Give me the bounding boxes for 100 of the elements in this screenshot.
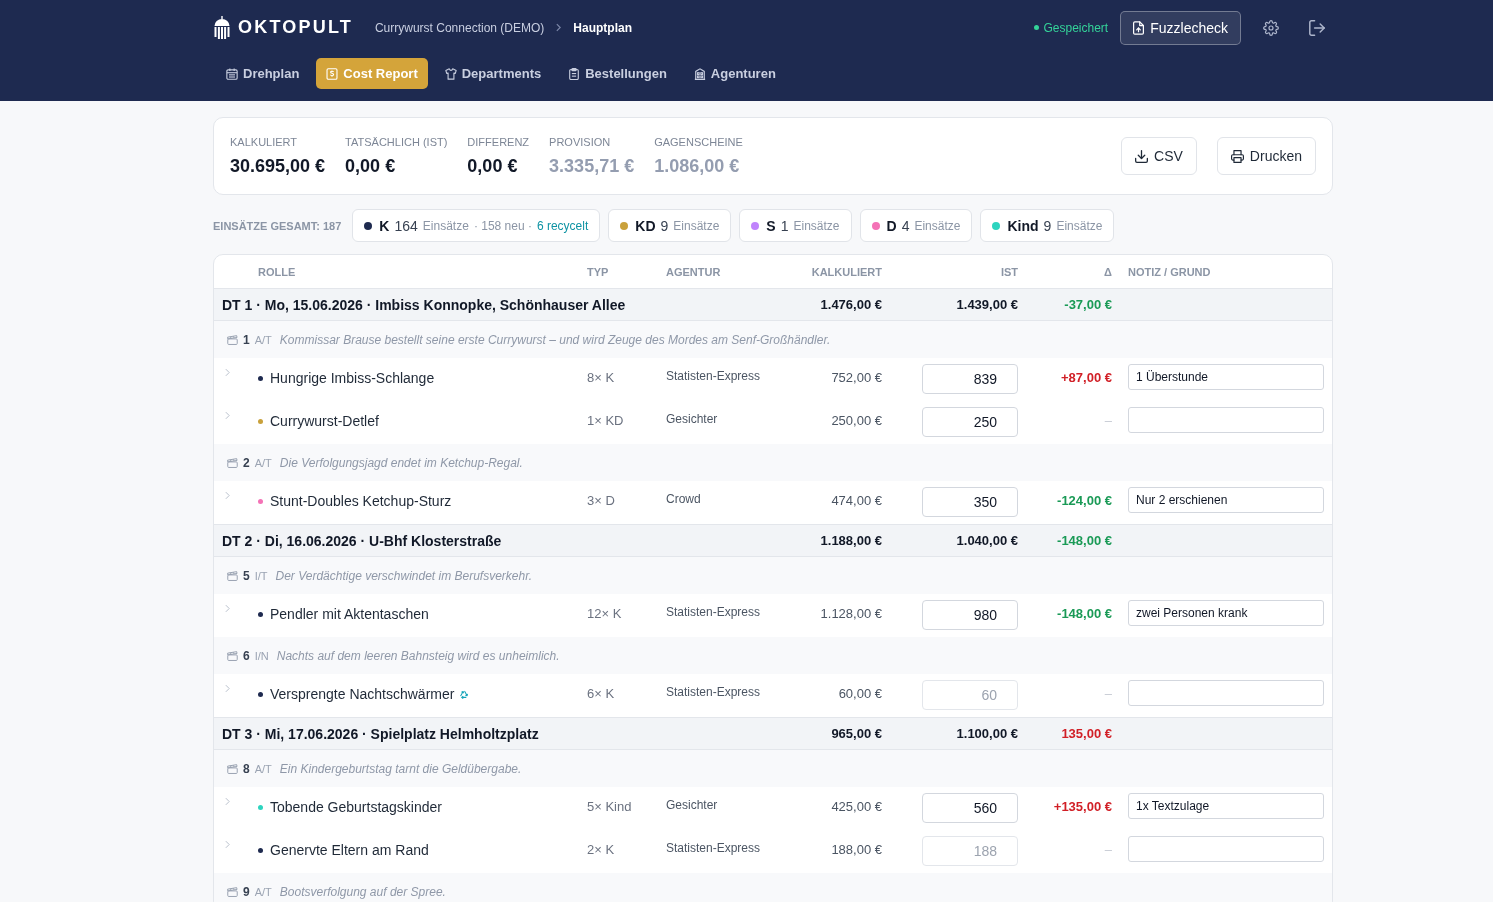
actual-input[interactable]: 350 (922, 487, 1018, 517)
note-input[interactable]: 1x Textzulage (1128, 793, 1324, 819)
category-unit: Einsätze (1056, 218, 1103, 233)
nav-tab[interactable]: Agenturen (683, 58, 786, 89)
recycled-count: 6 recycelt (536, 218, 589, 233)
agency-name: Statisten-Express (666, 684, 762, 701)
scene-number: 2 (243, 455, 250, 470)
scene-number: 8 (243, 761, 250, 776)
agency-name: Crowd (666, 491, 702, 508)
nav-tab[interactable]: Drehplan (216, 58, 310, 89)
scene-time: A/T (254, 762, 272, 775)
chevron-icon (556, 23, 562, 32)
agency-name: Gesichter (666, 411, 719, 428)
note-input[interactable] (1128, 680, 1324, 706)
calculated-amount: 60,00 € (837, 685, 882, 703)
column-header: ROLLE (258, 265, 297, 278)
category-code: S (766, 217, 776, 234)
delta-amount: -148,00 € (1056, 605, 1112, 623)
category-dot-icon (258, 691, 263, 697)
role-quantity: 5× Kind (587, 798, 633, 816)
scene-number: 1 (243, 332, 250, 347)
printer-icon (1230, 149, 1244, 163)
category-count: 164 (394, 217, 418, 234)
calculated-amount: 1.128,00 € (819, 605, 882, 623)
scene-description: Ein Kindergeburtstag tarnt die Geldübergabe. (279, 761, 522, 776)
scene-description: Der Verdächtige verschwindet im Berufsverkehr. (275, 568, 533, 583)
actual-input[interactable]: 839 (922, 364, 1018, 394)
category-code: KD (635, 217, 656, 234)
scene-time: A/T (254, 885, 272, 898)
category-dot-icon (258, 611, 263, 617)
new-count: · 158 neu · (473, 218, 532, 233)
actual-input[interactable]: 60 (922, 680, 1018, 710)
category-dot-icon (871, 221, 880, 230)
role-quantity: 3× D (587, 492, 616, 510)
download-icon (1135, 149, 1149, 163)
clapperboard-icon (227, 763, 238, 774)
delta-amount: -124,00 € (1056, 492, 1112, 510)
nav-tab[interactable]: Departments (434, 58, 552, 89)
chevron-icon[interactable] (225, 491, 230, 500)
stat-label: PROVISION (549, 135, 612, 148)
stat-value: 3.335,71 € (549, 155, 635, 177)
role-quantity: 1× KD (587, 412, 625, 430)
dollar-document-icon (326, 67, 339, 80)
delta-amount: +87,00 € (1060, 369, 1112, 387)
delta-amount: – (1103, 685, 1112, 703)
note-input[interactable]: 1 Überstunde (1128, 364, 1324, 390)
category-unit: Einsätze (914, 218, 961, 233)
stat-value: 30.695,00 € (230, 155, 326, 177)
category-count: 1 (780, 217, 789, 234)
day-title: DT 3 · Mi, 17.06.2026 · Spielplatz Helmholtzplatz (221, 725, 540, 742)
agency-name: Gesichter (666, 797, 719, 814)
note-input[interactable] (1128, 836, 1324, 862)
logo-text: OKTOPULT (238, 17, 353, 38)
chevron-icon[interactable] (225, 411, 230, 420)
role-name: Pendler mit Aktentaschen (270, 606, 429, 622)
category-dot-icon (751, 221, 760, 230)
chevron-icon[interactable] (225, 368, 230, 377)
category-dot-icon (258, 847, 263, 853)
actual-input[interactable]: 250 (922, 407, 1018, 437)
print-button[interactable]: Drucken (1216, 137, 1316, 175)
note-input[interactable]: Nur 2 erschienen (1128, 487, 1324, 513)
column-header: AGENTUR (666, 265, 722, 278)
breadcrumb-link[interactable]: Hauptplan (573, 20, 632, 35)
category-dot-icon (258, 375, 263, 381)
scene-number: 9 (243, 884, 250, 899)
fuzzlecheck-button[interactable]: Fuzzlecheck (1120, 10, 1241, 45)
day-actual: 1.439,00 € (955, 297, 1018, 312)
stat-label: KALKULIERT (230, 135, 299, 148)
category-dot-icon (258, 498, 263, 504)
actual-input[interactable]: 188 (922, 836, 1018, 866)
note-input[interactable] (1128, 407, 1324, 433)
scene-number: 6 (243, 648, 250, 663)
category-count: 9 (1043, 217, 1052, 234)
day-actual: 1.100,00 € (955, 726, 1018, 741)
column-header: KALKULIERT (810, 265, 882, 278)
column-header: Δ (1103, 265, 1112, 278)
stat-value: 0,00 € (345, 155, 397, 177)
day-actual: 1.040,00 € (955, 533, 1018, 548)
category-code: K (379, 217, 390, 234)
category-code: Kind (1007, 217, 1039, 234)
building-icon (693, 67, 706, 80)
logout-icon[interactable] (1309, 19, 1325, 36)
chevron-icon[interactable] (225, 840, 230, 849)
category-dot-icon (364, 221, 373, 230)
day-delta: 135,00 € (1060, 726, 1112, 741)
scene-time: A/T (254, 333, 272, 346)
actual-input[interactable]: 560 (922, 793, 1018, 823)
column-header: IST (999, 265, 1018, 278)
breadcrumb-link[interactable]: Currywurst Connection (DEMO) (374, 20, 545, 35)
nav-tab[interactable]: Bestellungen (558, 58, 677, 89)
category-code: D (886, 217, 897, 234)
note-input[interactable]: zwei Personen krank (1128, 600, 1324, 626)
chevron-icon[interactable] (225, 684, 230, 693)
actual-input[interactable]: 980 (922, 600, 1018, 630)
calculated-amount: 188,00 € (830, 841, 882, 859)
settings-icon[interactable] (1263, 19, 1279, 36)
clapperboard-icon (227, 570, 238, 581)
chevron-icon[interactable] (225, 604, 230, 613)
chevron-icon[interactable] (225, 797, 230, 806)
csv-button[interactable]: CSV (1121, 137, 1197, 175)
